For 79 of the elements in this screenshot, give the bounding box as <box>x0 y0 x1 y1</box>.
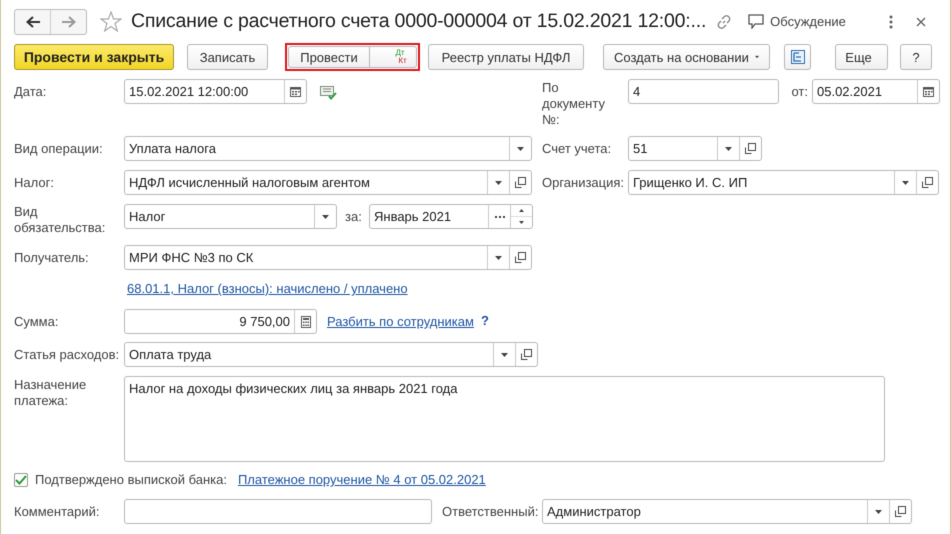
amount-field[interactable]: 9 750,00 <box>124 309 317 334</box>
field-label: Организация: <box>542 174 626 190</box>
up-caret-icon <box>519 209 524 212</box>
chat-icon <box>748 14 764 29</box>
hierarchy-icon <box>790 50 804 64</box>
document-date-field[interactable]: 05.02.2021 <box>812 79 940 104</box>
operation-type-field[interactable]: Уплата налога <box>124 136 532 161</box>
caret-icon <box>322 214 329 218</box>
toolbar-button[interactable]: Реестр уплаты НДФЛ <box>428 44 584 70</box>
field-label: Получатель: <box>14 249 90 265</box>
field-label: Вид обязательства: <box>14 204 106 236</box>
journal-button[interactable]: Дт Кт <box>370 46 417 68</box>
field-label: Назначение платежа: <box>14 376 88 409</box>
field-label: Сумма: <box>14 313 60 329</box>
calculator-icon <box>300 316 310 328</box>
forward-arrow-icon <box>62 16 76 28</box>
field-label: Комментарий: <box>14 503 100 519</box>
check-icon <box>15 475 27 485</box>
field-label: от: <box>790 83 809 99</box>
star-icon[interactable] <box>100 11 122 32</box>
confirmed-checkbox[interactable] <box>14 473 28 487</box>
open-window-icon <box>521 349 532 360</box>
open-window-icon <box>515 252 526 263</box>
toolbar-button[interactable]: ? <box>900 44 932 70</box>
back-arrow-icon <box>26 16 40 28</box>
caret-icon <box>495 180 502 184</box>
structure-button[interactable] <box>784 44 811 70</box>
caret-icon <box>495 256 502 260</box>
document-check-icon[interactable] <box>320 85 337 100</box>
caret-icon <box>517 146 524 150</box>
checkbox-label: Подтверждено выпиской банка: <box>35 472 227 487</box>
field-label: Налог: <box>14 174 55 190</box>
field-label: Вид операции: <box>14 140 104 156</box>
spin-button[interactable] <box>510 205 532 228</box>
field-label: Дата: <box>14 83 48 99</box>
open-window-icon <box>922 177 933 188</box>
caret-icon <box>875 510 882 514</box>
discussion-button[interactable]: Обсуждение <box>748 14 846 29</box>
field-label: По документу №: <box>542 79 606 128</box>
tax-field[interactable]: НДФЛ исчисленный налоговым агентом <box>124 170 532 195</box>
debit-credit-icon: Дт Кт <box>393 49 407 65</box>
field-label: Ответственный: <box>441 503 540 519</box>
calendar-icon <box>290 86 301 97</box>
field-label: Счет учета: <box>542 140 612 156</box>
recipient-field[interactable]: МРИ ФНС №3 по СК <box>124 245 532 270</box>
comment-field[interactable] <box>124 499 432 524</box>
window-title: Списание с расчетного счета 0000-000004 от 15.02.2021 12:00:... <box>131 10 706 33</box>
post-button[interactable]: Провести <box>288 46 370 68</box>
caret-icon <box>754 55 759 59</box>
more-icon[interactable] <box>888 14 893 28</box>
account-link[interactable]: 68.01.1, Налог (взносы): начислено / уплачено <box>127 281 408 296</box>
post-and-close-button[interactable]: Провести и закрыть <box>14 44 174 70</box>
open-window-icon <box>745 143 756 154</box>
help-link[interactable]: ? <box>480 313 489 328</box>
date-field[interactable]: 15.02.2021 12:00:00 <box>124 79 307 104</box>
account-field[interactable]: 51 <box>628 136 762 161</box>
payment-order-link[interactable]: Платежное поручение № 4 от 05.02.2021 <box>238 472 486 487</box>
down-caret-icon <box>519 221 524 224</box>
organization-field[interactable]: Грищенко И. С. ИП <box>628 170 939 195</box>
responsible-field[interactable]: Администратор <box>542 499 912 524</box>
caret-icon <box>501 352 508 356</box>
open-window-icon <box>895 506 906 517</box>
close-icon[interactable] <box>916 16 926 26</box>
menu-button[interactable]: Создать на основании <box>603 44 770 70</box>
obligation-type-field[interactable]: Налог <box>124 204 337 229</box>
expense-item-field[interactable]: Оплата труда <box>124 342 538 367</box>
document-number-field[interactable]: 4 <box>628 79 779 104</box>
field-label: Статья расходов: <box>14 346 120 362</box>
open-window-icon <box>515 177 526 188</box>
period-field[interactable]: Январь 2021 <box>369 204 533 229</box>
link-icon[interactable] <box>716 14 732 30</box>
calendar-icon <box>923 86 934 97</box>
split-link[interactable]: Разбить по сотрудникам <box>327 314 474 329</box>
toolbar-button[interactable]: Записать <box>187 44 268 70</box>
caret-icon <box>902 180 909 184</box>
menu-button[interactable]: Еще <box>835 44 888 70</box>
caret-icon <box>725 146 732 150</box>
payment-purpose-field[interactable]: Налог на доходы физических лиц за январь 2021 года <box>124 376 885 462</box>
field-label: за: <box>344 208 363 224</box>
